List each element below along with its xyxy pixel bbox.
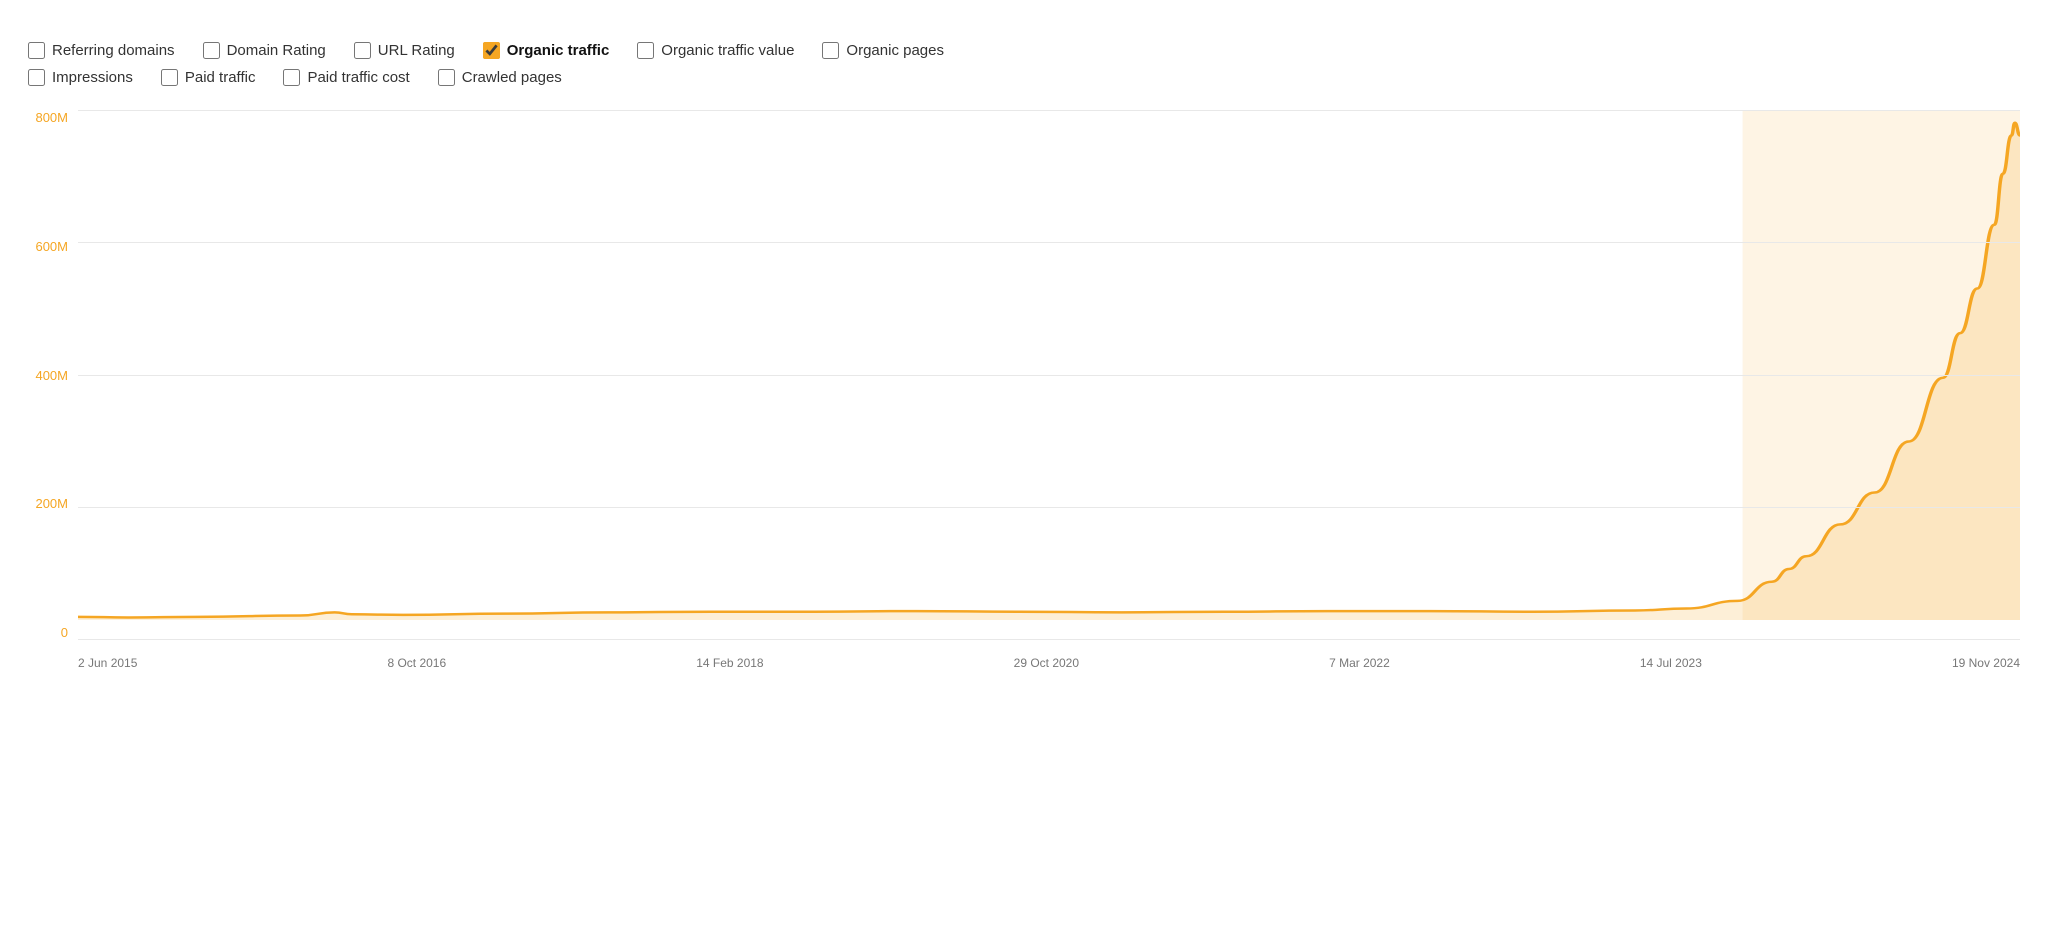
checkbox-organic-pages[interactable] <box>822 42 839 59</box>
y-label: 0 <box>61 625 68 640</box>
chart-area: 800M 600M 400M 200M 0 2 Jun 2015 8 Oct 2016 14… <box>28 110 2020 670</box>
checkbox-item-crawled-pages[interactable]: Crawled pages <box>438 69 562 86</box>
checkbox-item-organic-pages[interactable]: Organic pages <box>822 42 944 59</box>
checkbox-paid-traffic[interactable] <box>161 69 178 86</box>
grid-line <box>78 639 2020 640</box>
checkbox-label-domain-rating: Domain Rating <box>227 42 326 59</box>
checkbox-label-referring-domains: Referring domains <box>52 42 175 59</box>
checkbox-label-organic-traffic-value: Organic traffic value <box>661 42 794 59</box>
checkbox-label-impressions: Impressions <box>52 69 133 86</box>
x-label: 2 Jun 2015 <box>78 656 137 670</box>
checkbox-url-rating[interactable] <box>354 42 371 59</box>
y-label: 200M <box>35 496 68 511</box>
checkbox-item-paid-traffic-cost[interactable]: Paid traffic cost <box>283 69 409 86</box>
checkbox-organic-traffic[interactable] <box>483 42 500 59</box>
checkbox-item-referring-domains[interactable]: Referring domains <box>28 42 175 59</box>
x-label: 7 Mar 2022 <box>1329 656 1390 670</box>
grid-line <box>78 110 2020 111</box>
checkboxes-row-1: Referring domains Domain Rating URL Rating… <box>28 42 2020 59</box>
checkbox-impressions[interactable] <box>28 69 45 86</box>
checkbox-label-organic-pages: Organic pages <box>846 42 944 59</box>
x-label: 29 Oct 2020 <box>1014 656 1079 670</box>
checkbox-crawled-pages[interactable] <box>438 69 455 86</box>
grid-line <box>78 507 2020 508</box>
grid-lines <box>78 110 2020 640</box>
x-axis: 2 Jun 2015 8 Oct 2016 14 Feb 2018 29 Oct 20… <box>78 650 2020 670</box>
checkbox-item-organic-traffic-value[interactable]: Organic traffic value <box>637 42 794 59</box>
y-label: 400M <box>35 368 68 383</box>
x-label: 14 Jul 2023 <box>1640 656 1702 670</box>
checkbox-item-domain-rating[interactable]: Domain Rating <box>203 42 326 59</box>
checkbox-item-url-rating[interactable]: URL Rating <box>354 42 455 59</box>
x-label: 14 Feb 2018 <box>696 656 763 670</box>
grid-line <box>78 375 2020 376</box>
checkbox-label-paid-traffic-cost: Paid traffic cost <box>307 69 409 86</box>
checkbox-referring-domains[interactable] <box>28 42 45 59</box>
chart-inner: 2 Jun 2015 8 Oct 2016 14 Feb 2018 29 Oct 20… <box>78 110 2020 670</box>
y-label: 800M <box>35 110 68 125</box>
y-label: 600M <box>35 239 68 254</box>
grid-line <box>78 242 2020 243</box>
checkbox-label-organic-traffic: Organic traffic <box>507 42 610 59</box>
checkbox-label-crawled-pages: Crawled pages <box>462 69 562 86</box>
checkbox-item-impressions[interactable]: Impressions <box>28 69 133 86</box>
checkbox-label-paid-traffic: Paid traffic <box>185 69 256 86</box>
x-label: 19 Nov 2024 <box>1952 656 2020 670</box>
x-label: 8 Oct 2016 <box>387 656 446 670</box>
checkbox-item-paid-traffic[interactable]: Paid traffic <box>161 69 256 86</box>
checkbox-organic-traffic-value[interactable] <box>637 42 654 59</box>
checkbox-paid-traffic-cost[interactable] <box>283 69 300 86</box>
checkbox-label-url-rating: URL Rating <box>378 42 455 59</box>
checkbox-domain-rating[interactable] <box>203 42 220 59</box>
checkboxes-row-2: Impressions Paid traffic Paid traffic cost… <box>28 69 2020 86</box>
checkbox-item-organic-traffic[interactable]: Organic traffic <box>483 42 610 59</box>
y-axis: 800M 600M 400M 200M 0 <box>28 110 78 670</box>
